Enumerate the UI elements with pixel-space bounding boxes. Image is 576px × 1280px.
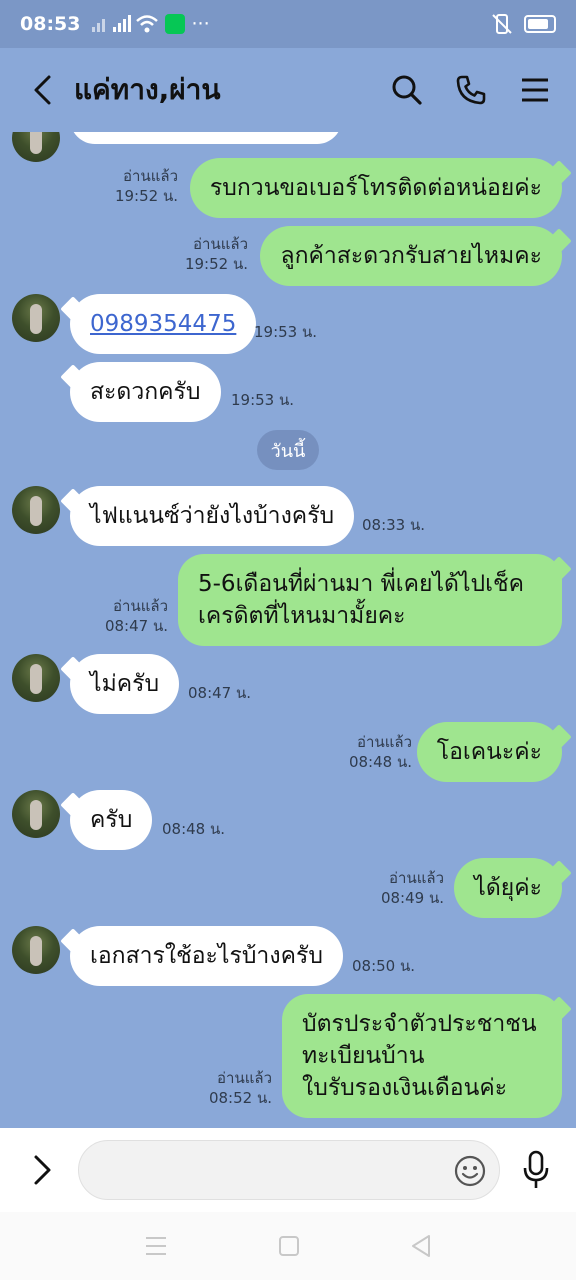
recent-apps-icon[interactable] <box>144 1235 168 1257</box>
read-receipt: อ่านแล้ว <box>357 733 412 751</box>
message-text: ครับ <box>90 807 133 833</box>
message-bubble-partial[interactable] <box>70 132 342 144</box>
day-separator: วันนี้ <box>257 430 319 470</box>
message-bubble[interactable]: 0989354475 <box>70 294 257 354</box>
avatar[interactable] <box>12 486 60 534</box>
message-meta: อ่านแล้ว 08:47 น. <box>105 596 168 636</box>
chat-title: แค่ทาง,ผ่าน <box>74 73 221 106</box>
message-text: ไม่ครับ <box>90 671 160 697</box>
message-text-line: ใบรับรองเงินเดือนค่ะ <box>302 1075 508 1101</box>
message-time: 08:33 น. <box>362 516 426 534</box>
message-text-line: เครดิตที่ไหนมามั้ยคะ <box>198 603 406 629</box>
message-input-field[interactable] <box>78 1140 500 1200</box>
message-time: 19:53 น. <box>254 323 318 341</box>
message-time: 08:52 น. <box>208 1089 272 1107</box>
message-meta: อ่านแล้ว 08:49 น. <box>381 868 444 908</box>
avatar[interactable] <box>12 132 60 162</box>
more-icon: ··· <box>191 13 210 35</box>
back-icon[interactable] <box>24 70 60 110</box>
message-time: 08:50 น. <box>352 957 416 975</box>
system-navigation-bar <box>0 1212 576 1280</box>
home-icon[interactable] <box>278 1235 300 1257</box>
message-meta: อ่านแล้ว 08:48 น. <box>349 732 412 772</box>
message-text: ลูกค้าสะดวกรับสายไหมคะ <box>280 243 542 269</box>
status-bar: 08:53 ··· <box>0 0 576 48</box>
microphone-icon[interactable] <box>518 1148 554 1192</box>
battery-icon <box>524 15 556 33</box>
message-text: ไฟแนนซ์ว่ายังไงบ้างครับ <box>90 503 335 529</box>
vibrate-icon <box>492 14 512 34</box>
message-time: 08:47 น. <box>188 684 252 702</box>
message-bubble[interactable]: รบกวนขอเบอร์โทรติดต่อหน่อยค่ะ <box>189 158 562 218</box>
message-composer <box>0 1128 576 1212</box>
message-bubble[interactable]: ไม่ครับ <box>70 654 180 714</box>
message-bubble[interactable]: เอกสารใช้อะไรบ้างครับ <box>70 926 343 986</box>
status-time: 08:53 <box>20 13 81 35</box>
phone-number-link[interactable]: 0989354475 <box>90 311 236 337</box>
message-bubble[interactable]: ลูกค้าสะดวกรับสายไหมคะ <box>260 226 562 286</box>
expand-icon[interactable] <box>20 1148 64 1192</box>
message-bubble[interactable]: ครับ <box>70 790 153 850</box>
avatar[interactable] <box>12 790 60 838</box>
search-icon[interactable] <box>390 73 424 107</box>
phone-icon[interactable] <box>454 73 488 107</box>
signal-icon <box>113 15 132 32</box>
wifi-icon <box>136 15 159 33</box>
back-nav-icon[interactable] <box>410 1234 432 1258</box>
read-receipt: อ่านแล้ว <box>193 235 248 253</box>
message-time: 08:49 น. <box>380 889 444 907</box>
read-receipt: อ่านแล้ว <box>113 597 168 615</box>
message-time: 08:48 น. <box>162 820 226 838</box>
message-meta: อ่านแล้ว 19:52 น. <box>185 234 248 274</box>
message-meta: อ่านแล้ว 19:52 น. <box>115 166 178 206</box>
message-text: สะดวกครับ <box>90 379 201 405</box>
message-text: เอกสารใช้อะไรบ้างครับ <box>90 943 323 969</box>
message-bubble[interactable]: โอเคนะค่ะ <box>416 722 562 782</box>
message-input[interactable] <box>99 1141 439 1199</box>
message-text: รบกวนขอเบอร์โทรติดต่อหน่อยค่ะ <box>209 175 542 201</box>
message-bubble[interactable]: ได้ยุค่ะ <box>454 858 562 918</box>
message-time: 19:52 น. <box>114 187 178 205</box>
message-text-line: 5-6เดือนที่ผ่านมา พี่เคยได้ไปเช็ค <box>198 571 524 597</box>
message-time: 19:53 น. <box>231 391 295 409</box>
message-bubble[interactable]: บัตรประจำตัวประชาชน ทะเบียนบ้าน ใบรับรอง… <box>282 994 562 1118</box>
avatar[interactable] <box>12 654 60 702</box>
read-receipt: อ่านแล้ว <box>123 167 178 185</box>
line-app-icon <box>165 14 186 34</box>
signal-off-icon <box>92 16 106 32</box>
message-time: 19:52 น. <box>184 255 248 273</box>
read-receipt: อ่านแล้ว <box>389 869 444 887</box>
avatar[interactable] <box>12 926 60 974</box>
message-time: 08:47 น. <box>104 617 168 635</box>
emoji-icon[interactable] <box>453 1154 487 1188</box>
chat-header: แค่ทาง,ผ่าน <box>0 48 576 132</box>
read-receipt: อ่านแล้ว <box>217 1069 272 1087</box>
menu-icon[interactable] <box>518 73 552 107</box>
message-bubble[interactable]: สะดวกครับ <box>70 362 221 422</box>
message-text: ได้ยุค่ะ <box>474 875 542 901</box>
message-text-line: ทะเบียนบ้าน <box>302 1043 425 1069</box>
chat-area[interactable]: อ่านแล้ว 19:52 น. รบกวนขอเบอร์โทรติดต่อห… <box>0 132 576 1128</box>
message-bubble[interactable]: ไฟแนนซ์ว่ายังไงบ้างครับ <box>70 486 355 546</box>
avatar[interactable] <box>12 294 60 342</box>
message-text-line: บัตรประจำตัวประชาชน <box>302 1011 537 1037</box>
message-time: 08:48 น. <box>348 753 412 771</box>
message-meta: อ่านแล้ว 08:52 น. <box>209 1068 272 1108</box>
message-bubble[interactable]: 5-6เดือนที่ผ่านมา พี่เคยได้ไปเช็ค เครดิต… <box>178 554 562 646</box>
message-text: โอเคนะค่ะ <box>436 739 542 765</box>
